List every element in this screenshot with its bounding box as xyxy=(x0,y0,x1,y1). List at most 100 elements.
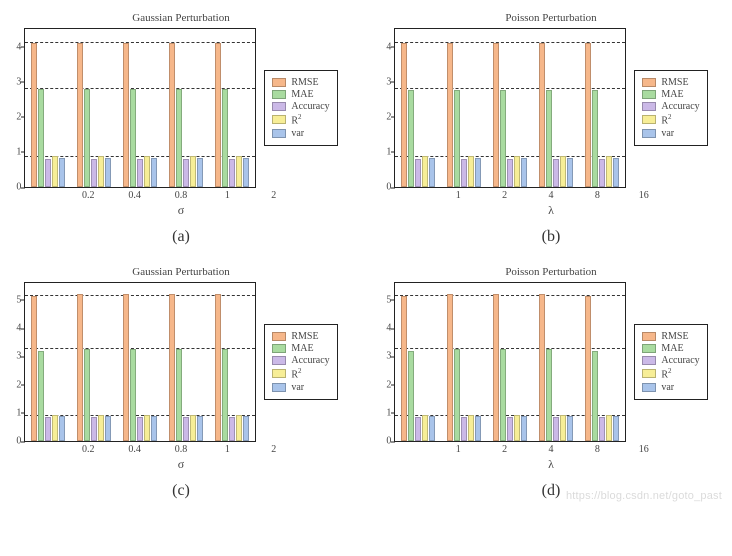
bar-r2 xyxy=(52,415,58,441)
legend-label: Accuracy xyxy=(661,355,699,366)
x-tick: 8 xyxy=(588,444,606,455)
bar-acc xyxy=(507,417,513,441)
bar-var xyxy=(105,416,111,441)
bar-r2 xyxy=(560,156,566,187)
swatch-r2 xyxy=(272,369,286,378)
bar-acc xyxy=(229,417,235,441)
swatch-mae xyxy=(642,344,656,353)
bar-mae xyxy=(592,90,598,187)
bar-r2 xyxy=(190,415,196,441)
bar-var xyxy=(521,158,527,187)
bar-rmse xyxy=(31,43,37,187)
bar-group xyxy=(169,283,203,441)
y-tick: 0 xyxy=(7,436,21,447)
chart-title: Gaussian Perturbation xyxy=(65,266,297,278)
panel-caption: (c) xyxy=(172,482,190,500)
bar-r2 xyxy=(236,415,242,441)
bar-mae xyxy=(500,349,506,441)
swatch-rmse xyxy=(642,78,656,87)
legend-label: MAE xyxy=(291,343,313,354)
bar-acc xyxy=(137,417,143,441)
legend: RMSEMAEAccuracyR2var xyxy=(634,70,707,145)
bar-rmse xyxy=(493,294,499,441)
legend-label: var xyxy=(661,128,674,139)
chart-box: 01234 xyxy=(24,28,256,188)
plot-area xyxy=(401,283,619,441)
bar-r2 xyxy=(468,156,474,187)
bar-r2 xyxy=(606,156,612,187)
legend: RMSEMAEAccuracyR2var xyxy=(264,324,337,399)
bar-acc xyxy=(461,159,467,187)
bar-acc xyxy=(553,159,559,187)
legend-item-var: var xyxy=(272,382,329,393)
y-tick: 2 xyxy=(7,379,21,390)
bar-r2 xyxy=(52,156,58,187)
legend-label: var xyxy=(291,382,304,393)
bar-acc xyxy=(45,417,51,441)
plot-area xyxy=(31,283,249,441)
legend-item-r2: R2 xyxy=(272,367,329,380)
legend-item-mae: MAE xyxy=(642,89,699,100)
legend-item-var: var xyxy=(272,128,329,139)
bar-var xyxy=(243,416,249,441)
bar-r2 xyxy=(514,415,520,441)
legend-item-acc: Accuracy xyxy=(642,355,699,366)
bar-group xyxy=(585,29,619,187)
plot-area xyxy=(401,29,619,187)
bar-var xyxy=(151,416,157,441)
bar-mae xyxy=(500,90,506,187)
bar-r2 xyxy=(144,156,150,187)
swatch-r2 xyxy=(272,115,286,124)
panel-b: Poisson Perturbation01234RMSEMAEAccuracy… xyxy=(378,12,724,246)
legend-label: MAE xyxy=(291,89,313,100)
bar-mae xyxy=(546,349,552,441)
chart-box: 01234 xyxy=(394,28,626,188)
panel-caption: (a) xyxy=(172,228,190,246)
x-label: σ xyxy=(65,457,297,472)
legend-label: RMSE xyxy=(661,331,688,342)
bar-group xyxy=(539,283,573,441)
chart-title: Gaussian Perturbation xyxy=(65,12,297,24)
bar-var xyxy=(521,416,527,441)
chart-row: 012345RMSEMAEAccuracyR2var xyxy=(394,282,707,442)
legend-item-rmse: RMSE xyxy=(642,77,699,88)
bar-mae xyxy=(408,90,414,187)
y-tick: 4 xyxy=(7,41,21,52)
bar-mae xyxy=(130,349,136,441)
bar-r2 xyxy=(236,156,242,187)
bar-group xyxy=(123,29,157,187)
bar-mae xyxy=(222,89,228,187)
bar-group xyxy=(493,283,527,441)
swatch-mae xyxy=(272,344,286,353)
bar-var xyxy=(197,416,203,441)
panel-caption: (b) xyxy=(542,228,561,246)
x-tick: 0.2 xyxy=(79,444,97,455)
x-label: σ xyxy=(65,203,297,218)
bar-var xyxy=(613,158,619,187)
legend-item-var: var xyxy=(642,382,699,393)
bar-group xyxy=(215,29,249,187)
bar-rmse xyxy=(31,296,37,441)
bar-mae xyxy=(592,351,598,441)
bar-mae xyxy=(38,351,44,441)
chart-box: 012345 xyxy=(24,282,256,442)
panel-a: Gaussian Perturbation01234RMSEMAEAccurac… xyxy=(8,12,354,246)
x-axis: 124816 xyxy=(435,444,667,455)
legend-item-var: var xyxy=(642,128,699,139)
bar-group xyxy=(539,29,573,187)
swatch-acc xyxy=(642,356,656,365)
legend-item-mae: MAE xyxy=(272,89,329,100)
y-tick: 1 xyxy=(377,407,391,418)
bar-group xyxy=(123,283,157,441)
bar-group xyxy=(31,29,65,187)
bar-rmse xyxy=(169,43,175,187)
bar-rmse xyxy=(585,296,591,441)
bar-group xyxy=(447,29,481,187)
legend-label: Accuracy xyxy=(661,101,699,112)
legend-label: var xyxy=(661,382,674,393)
bar-acc xyxy=(599,417,605,441)
bar-rmse xyxy=(215,43,221,187)
x-tick: 2 xyxy=(496,444,514,455)
x-axis: 124816 xyxy=(435,190,667,201)
y-tick: 3 xyxy=(7,351,21,362)
